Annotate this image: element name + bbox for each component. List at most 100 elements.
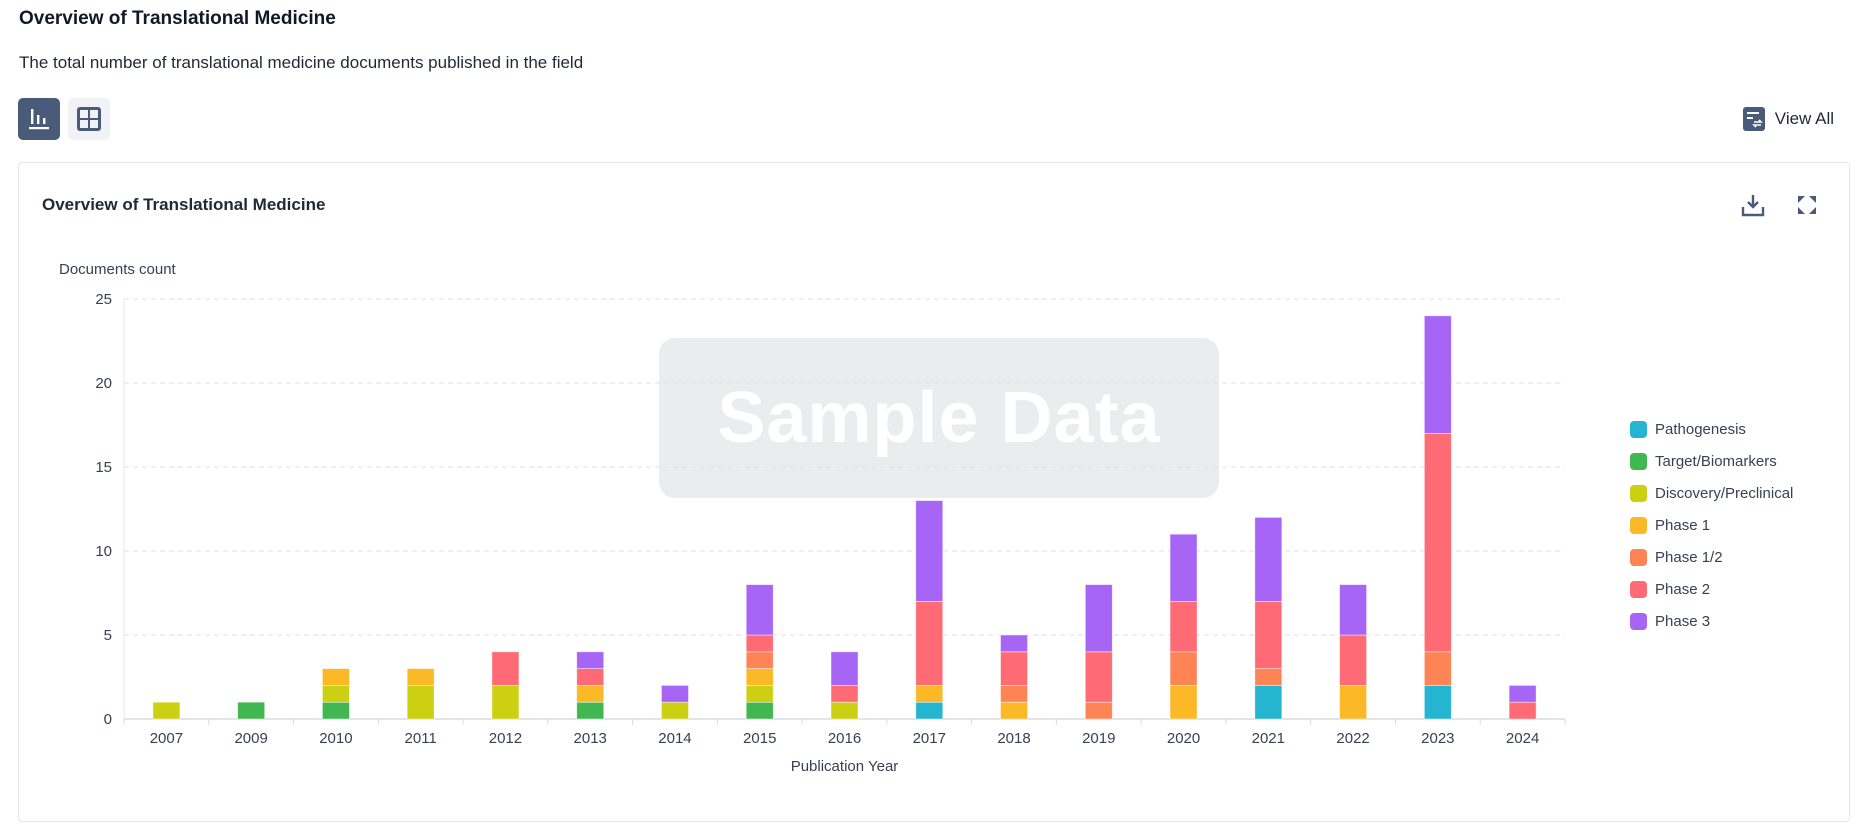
bar-segment [322,701,350,720]
y-tick-label: 10 [95,543,112,560]
legend-item[interactable]: Phase 1/2 [1630,541,1793,573]
bar-segment [1339,584,1367,636]
y-tick-label: 15 [95,459,112,476]
bar-segment [830,651,859,686]
bar-segment [745,634,774,653]
x-tick-label: 2011 [405,730,437,747]
bar-segment [1423,315,1452,434]
x-tick-label: 2009 [234,730,267,747]
y-tick-label: 20 [95,375,112,392]
bar-segment [406,685,435,720]
x-tick-label: 2014 [658,730,691,747]
bar-segment [1084,584,1113,653]
bar-segment [661,701,689,720]
bar-chart-icon [29,109,49,130]
bar-segment [1254,668,1283,686]
chart-card: Overview of Translational Medicine Docum… [18,162,1850,822]
x-tick-label: 2010 [319,730,352,747]
sample-data-overlay: Sample Data [659,338,1219,498]
bar-segment [1084,701,1113,720]
bar-segment [1084,651,1113,703]
x-tick-label: 2007 [150,730,183,747]
legend-label: Phase 2 [1655,580,1711,598]
x-tick-label: 2013 [574,730,607,747]
legend-item[interactable]: Phase 3 [1630,605,1793,637]
bar-segment [576,651,605,669]
bar-segment [237,701,266,720]
legend-swatch [1630,516,1647,534]
bar-segment [576,668,605,686]
bar-segment [1169,685,1198,720]
bar-segment [745,584,774,636]
bar-segment [152,701,181,720]
bar-segment [745,651,774,669]
bar-segment [1423,651,1452,686]
bar-segment [915,600,944,686]
x-tick-label: 2019 [1082,730,1115,747]
legend-swatch [1630,580,1647,598]
view-all-label: View All [1774,109,1834,128]
bar-segment [1254,600,1283,669]
view-toggle [18,98,110,140]
legend-label: Phase 3 [1655,612,1711,630]
legend-swatch [1630,484,1647,502]
bar-segment [1169,533,1198,602]
view-all-button[interactable]: View All [1742,107,1834,131]
legend-item[interactable]: Phase 1 [1630,509,1793,541]
legend-item[interactable]: Target/Biomarkers [1630,445,1793,477]
x-tick-label: 2017 [913,730,946,747]
bar-segment [1000,685,1028,703]
bar-segment [1423,432,1452,653]
legend-swatch [1630,548,1647,566]
bar-segment [1169,651,1198,686]
legend-swatch [1630,612,1647,630]
x-tick-label: 2024 [1506,730,1539,747]
legend-label: Phase 1 [1655,516,1711,534]
chart-view-button[interactable] [18,98,60,140]
y-axis-label: Documents count [59,261,177,278]
bar-segment [915,701,944,720]
table-view-button[interactable] [68,98,110,140]
bar-segment [1423,685,1452,720]
bar-segment [322,668,350,686]
x-tick-label: 2015 [743,730,776,747]
bar-segment [491,651,520,686]
legend-label: Phase 1/2 [1655,548,1723,566]
legend-label: Target/Biomarkers [1655,452,1777,470]
view-all-icon [1742,107,1765,131]
bar-segment [1339,685,1367,720]
x-tick-label: 2022 [1336,730,1369,747]
bar-segment [1000,651,1028,686]
bar-segment [745,701,774,720]
bar-segment [576,685,605,703]
bar-segment [1254,516,1283,602]
legend-swatch [1630,420,1647,438]
bar-segment [1000,701,1028,720]
bar-segment [915,500,944,602]
bar-segment [915,685,944,703]
page-description: The total number of translational medici… [19,53,584,72]
legend-label: Discovery/Preclinical [1655,484,1794,502]
x-axis-label: Publication Year [791,758,899,775]
page-title: Overview of Translational Medicine [19,8,336,29]
legend-item[interactable]: Discovery/Preclinical [1630,477,1793,509]
y-tick-label: 0 [104,711,112,728]
legend-item[interactable]: Pathogenesis [1630,413,1793,445]
bar-segment [1000,634,1028,653]
x-tick-label: 2021 [1252,730,1285,747]
y-tick-label: 5 [104,627,112,644]
chart-legend: Pathogenesis Target/Biomarkers Discovery/P… [1630,413,1793,637]
bar-segment [1254,685,1283,720]
bar-segment [491,685,520,720]
x-tick-label: 2023 [1421,730,1454,747]
bar-segment [1339,634,1367,686]
bar-segment [1169,600,1198,653]
legend-label: Pathogenesis [1655,420,1746,438]
legend-swatch [1630,452,1647,470]
bar-segment [1508,701,1537,720]
bar-segment [745,668,774,686]
bar-segment [745,685,774,703]
x-tick-label: 2018 [997,730,1030,747]
grid-icon [77,107,101,131]
legend-item[interactable]: Phase 2 [1630,573,1793,605]
